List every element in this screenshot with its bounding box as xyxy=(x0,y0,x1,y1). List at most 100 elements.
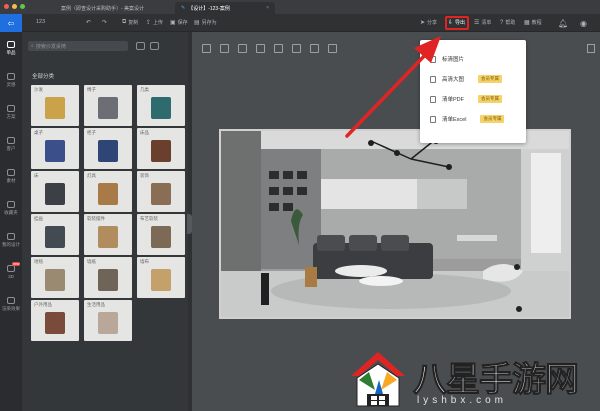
category-card[interactable]: 地毯 xyxy=(31,257,79,298)
save-button[interactable]: ▣ 保存 xyxy=(170,19,188,26)
export-menu-label: 高清大图 xyxy=(442,77,465,83)
category-card[interactable]: 户外用品 xyxy=(31,300,79,341)
undo-icon: ↶ xyxy=(86,20,92,26)
category-card[interactable]: 软装摆件 xyxy=(84,214,132,255)
category-thumbnail xyxy=(98,226,118,248)
watermark-url: lyshbx.com xyxy=(417,395,508,406)
interior-render-image[interactable] xyxy=(219,129,571,319)
iconbar-item-inspiration[interactable]: 灵感 xyxy=(0,64,22,96)
share-button[interactable]: ➤ 分享 xyxy=(420,19,437,26)
watermark-logo xyxy=(351,352,405,407)
category-thumbnail xyxy=(98,140,118,162)
iconbar-item-products[interactable]: 单品 xyxy=(0,32,22,64)
export-menu-item[interactable]: 高清大图 会员专属 xyxy=(430,74,503,84)
browser-tab[interactable]: 案例（即查设计采购助手）- 美案设计 xyxy=(55,2,173,14)
layout-icon xyxy=(7,104,15,112)
profile-button[interactable]: ◉ xyxy=(580,19,587,28)
search-placeholder: 搜索沙发桌椅 xyxy=(35,43,66,50)
category-thumbnail xyxy=(98,183,118,205)
category-label: 墙纸 xyxy=(87,259,96,264)
category-thumbnail xyxy=(45,269,65,291)
back-icon[interactable]: ⇦ xyxy=(0,14,22,32)
category-card[interactable]: 柜子 xyxy=(84,128,132,169)
iconbar-item-clients[interactable]: 客户 xyxy=(0,128,22,160)
upload-icon: ⇪ xyxy=(146,20,152,26)
maximize-window-button[interactable] xyxy=(20,4,25,9)
export-menu-item[interactable]: 标清图片 xyxy=(430,54,464,64)
category-card[interactable]: 挂画 xyxy=(31,214,79,255)
render-icon xyxy=(7,296,15,304)
category-card[interactable]: 装饰 xyxy=(137,171,185,212)
category-card[interactable]: 几类 xyxy=(137,85,185,126)
category-label: 桌子 xyxy=(34,130,43,135)
iconbar-item-plans[interactable]: 方案 xyxy=(0,96,22,128)
category-thumbnail xyxy=(151,183,171,205)
cube-icon xyxy=(7,265,15,272)
save-as-button[interactable]: ▤ 另存为 xyxy=(194,19,217,26)
panel-tools xyxy=(136,42,159,50)
category-label: 床 xyxy=(34,173,39,178)
category-label: 挂画 xyxy=(34,216,43,221)
category-label: 灯具 xyxy=(87,173,96,178)
upload-button[interactable]: ⇪ 上传 xyxy=(146,19,163,26)
iconbar-item-favorites[interactable]: 收藏夹 xyxy=(0,192,22,224)
tutorial-icon: ▦ xyxy=(524,20,530,26)
notification-button[interactable]: 🔔︎ xyxy=(558,19,568,28)
search-icon: ⌕ xyxy=(31,43,34,49)
filter-icon[interactable] xyxy=(136,42,145,50)
project-name[interactable]: 123 xyxy=(36,19,45,25)
category-card[interactable]: 床品 xyxy=(137,128,185,169)
help-icon: ? xyxy=(500,19,504,26)
tutorial-button[interactable]: ▦ 教程 xyxy=(524,19,542,26)
category-card[interactable]: 床 xyxy=(31,171,79,212)
save-as-icon: ▤ xyxy=(194,20,200,26)
category-card[interactable]: 桌子 xyxy=(31,128,79,169)
category-card[interactable]: 椅子 xyxy=(84,85,132,126)
cursor-tool-icon[interactable] xyxy=(220,44,229,53)
image-icon xyxy=(7,168,15,176)
close-icon[interactable]: × xyxy=(266,5,269,11)
category-thumbnail xyxy=(45,140,65,162)
watermark: 八星手游网 lyshbx.com xyxy=(345,350,600,411)
iconbar-item-render[interactable]: 渲染效果 xyxy=(0,288,22,320)
grid-view-icon[interactable] xyxy=(150,42,159,50)
browser-tab-active[interactable]: ✎ 【设计】-123-案例 × xyxy=(175,2,275,14)
vip-badge: 会员专属 xyxy=(478,95,503,103)
layer-tool-icon[interactable] xyxy=(274,44,283,53)
hd-image-icon xyxy=(430,75,436,83)
close-window-button[interactable] xyxy=(4,4,9,9)
flip-tool-icon[interactable] xyxy=(238,44,247,53)
iconbar-item-materials[interactable]: 素材 xyxy=(0,160,22,192)
tab-title: 【设计】-123-案例 xyxy=(188,5,230,12)
copy-button[interactable]: ⧉ 复制 xyxy=(122,19,138,26)
duplicate-tool-icon[interactable] xyxy=(292,44,301,53)
magnet-tool-icon[interactable] xyxy=(328,44,337,53)
export-menu-item[interactable]: 清单Excel 会员专属 xyxy=(430,114,505,124)
select-tool-icon[interactable] xyxy=(202,44,211,53)
share-icon: ➤ xyxy=(420,20,426,26)
category-card[interactable]: 墙纸 xyxy=(84,257,132,298)
search-input[interactable]: ⌕ 搜索沙发桌椅 xyxy=(28,41,128,51)
category-card[interactable]: 生活用品 xyxy=(84,300,132,341)
redo-button[interactable]: ↷ xyxy=(102,19,107,26)
category-label: 沙发 xyxy=(34,87,43,92)
vip-badge: 会员专属 xyxy=(480,115,505,123)
list-button[interactable]: ☰ 清单 xyxy=(474,19,491,26)
category-card[interactable]: 墙布 xyxy=(137,257,185,298)
crop-tool-icon[interactable] xyxy=(256,44,265,53)
undo-button[interactable]: ↶ xyxy=(86,19,91,26)
minimize-window-button[interactable] xyxy=(12,4,17,9)
iconbar-item-3d[interactable]: 3D xyxy=(0,256,22,288)
category-thumbnail xyxy=(45,226,65,248)
export-menu-item[interactable]: 清单PDF 会员专属 xyxy=(430,94,503,104)
category-card[interactable]: 布艺软装 xyxy=(137,214,185,255)
browser-tab-bar: 案例（即查设计采购助手）- 美案设计 ✎ 【设计】-123-案例 × xyxy=(0,0,600,14)
category-thumbnail xyxy=(98,312,118,334)
excel-file-icon xyxy=(430,115,436,123)
help-button[interactable]: ? 帮助 xyxy=(500,19,515,27)
category-card[interactable]: 灯具 xyxy=(84,171,132,212)
mirror-tool-icon[interactable] xyxy=(310,44,319,53)
category-card[interactable]: 沙发 xyxy=(31,85,79,126)
trash-icon[interactable] xyxy=(587,44,595,53)
iconbar-item-my-designs[interactable]: 我的设计 xyxy=(0,224,22,256)
